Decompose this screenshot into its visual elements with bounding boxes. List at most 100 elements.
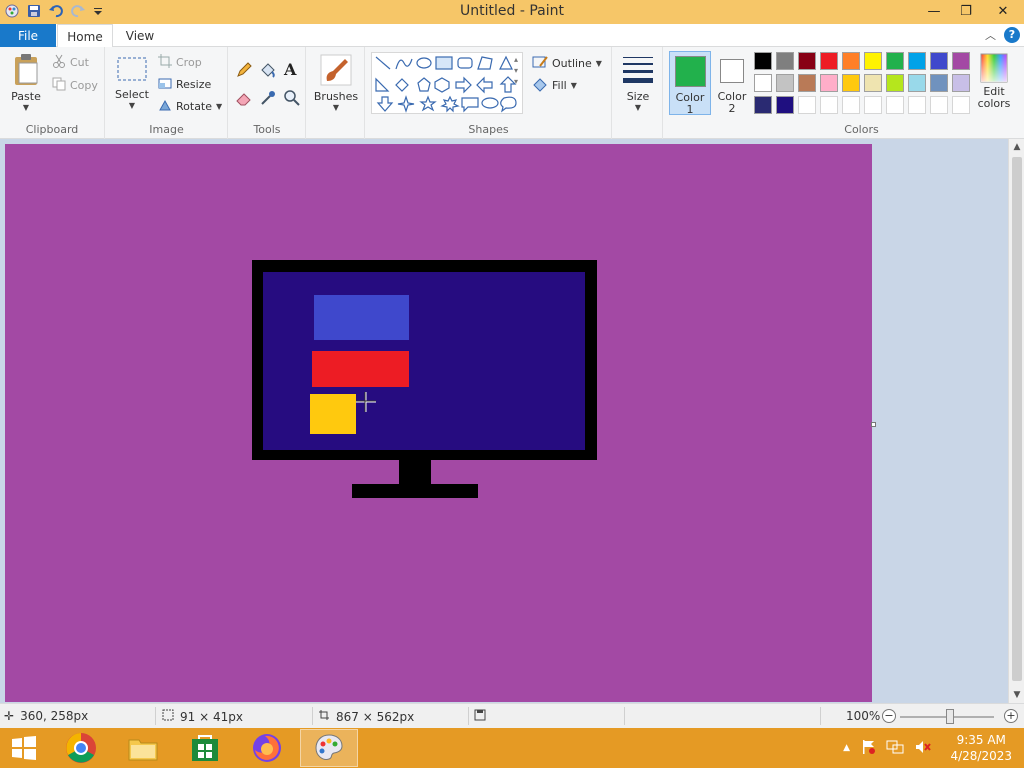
monitor-neck [399,460,431,486]
firefox-icon [253,734,281,762]
shapes-group: ▴ ▾ ▾ Outline ▼ Fill ▼ Shapes [366,47,612,139]
palette-swatch[interactable] [776,74,794,92]
drawing-canvas[interactable] [5,144,872,702]
taskbar-firefox[interactable] [238,729,296,767]
volume-muted-icon[interactable] [914,739,932,758]
palette-swatch[interactable] [842,52,860,70]
palette-swatch[interactable] [908,52,926,70]
resize-label: Resize [176,78,212,91]
color-picker-icon[interactable] [259,89,277,110]
brushes-button[interactable]: Brushes ▼ [313,53,359,112]
fill-button[interactable]: Fill ▼ [532,76,577,95]
palette-swatch[interactable] [776,96,794,114]
palette-swatch[interactable] [754,52,772,70]
color1-button[interactable]: Color 1 [669,51,711,116]
zoom-slider-thumb[interactable] [946,709,954,724]
palette-swatch[interactable] [798,74,816,92]
start-button[interactable] [0,729,48,767]
magnifier-icon[interactable] [283,89,301,110]
vertical-scrollbar[interactable]: ▲ ▼ [1008,139,1024,703]
disk-icon [474,709,486,724]
image-size-value: 867 × 562px [336,709,415,724]
clock[interactable]: 9:35 AM 4/28/2023 [950,732,1012,764]
size-dropdown-icon: ▼ [634,103,642,112]
palette-swatch[interactable] [820,74,838,92]
canvas-resize-handle[interactable] [871,422,876,427]
palette-swatch[interactable] [886,52,904,70]
tab-file[interactable]: File [0,24,56,47]
image-group-label: Image [149,123,184,136]
palette-swatch[interactable] [886,96,904,114]
palette-swatch[interactable] [952,52,970,70]
scroll-down-icon[interactable]: ▼ [1009,687,1024,703]
palette-swatch[interactable] [820,52,838,70]
action-center-flag-icon[interactable] [860,739,876,758]
tab-home[interactable]: Home [57,24,113,48]
rotate-dropdown-icon: ▼ [216,102,223,111]
palette-swatch[interactable] [798,52,816,70]
help-icon[interactable]: ? [1004,27,1020,43]
rotate-button[interactable]: Rotate ▼ [158,98,222,115]
restore-button[interactable]: ❐ [950,0,982,22]
palette-swatch[interactable] [798,96,816,114]
palette-swatch[interactable] [754,74,772,92]
palette-swatch[interactable] [864,52,882,70]
palette-swatch[interactable] [930,96,948,114]
palette-swatch[interactable] [842,96,860,114]
palette-swatch[interactable] [776,52,794,70]
zoom-out-button[interactable]: − [882,709,896,723]
taskbar-file-explorer[interactable] [114,729,172,767]
cut-button[interactable]: Cut [52,54,89,71]
shapes-scroll-icons[interactable]: ▴ ▾ ▾ [514,54,518,87]
tab-view[interactable]: View [116,24,164,48]
palette-swatch[interactable] [908,74,926,92]
text-tool-icon[interactable]: A [284,60,296,79]
cursor-position: ✛ 360, 258px [4,709,88,723]
copy-button[interactable]: Copy [52,77,98,94]
show-hidden-icons-icon[interactable]: ▲ [843,743,850,753]
brush-icon [320,54,352,86]
collapse-ribbon-icon[interactable]: ︿ [985,27,996,43]
clock-date: 4/28/2023 [950,749,1012,763]
scrollbar-thumb[interactable] [1012,157,1022,681]
palette-swatch[interactable] [952,96,970,114]
colors-group: Colors [752,47,971,139]
taskbar-paint[interactable] [300,729,358,767]
zoom-in-button[interactable]: + [1004,709,1018,723]
select-button[interactable]: Select ▼ [114,55,150,110]
taskbar-chrome[interactable] [52,729,110,767]
palette-swatch[interactable] [930,74,948,92]
red-rectangle [312,351,409,387]
palette-swatch[interactable] [908,96,926,114]
color2-button[interactable]: Color 2 [713,51,751,115]
windows-logo-icon [12,736,36,760]
size-button[interactable]: Size ▼ [619,53,657,112]
edit-colors-button[interactable]: Edit colors [974,53,1014,110]
brushes-group: Brushes ▼ [307,47,365,139]
taskbar-store[interactable] [176,729,234,767]
palette-swatch[interactable] [952,74,970,92]
palette-swatch[interactable] [930,52,948,70]
clipboard-group: Paste ▼ Cut Copy Clipboard [0,47,105,139]
palette-swatch[interactable] [864,74,882,92]
palette-swatch[interactable] [886,74,904,92]
palette-swatch[interactable] [754,96,772,114]
palette-swatch[interactable] [842,74,860,92]
close-button[interactable]: ✕ [982,0,1024,22]
palette-swatch[interactable] [820,96,838,114]
network-icon[interactable] [886,739,904,758]
fill-bucket-icon[interactable] [259,61,277,82]
crop-button[interactable]: Crop [158,54,202,71]
store-icon [192,735,218,761]
color1-number: 1 [686,103,694,116]
minimize-button[interactable]: — [918,0,950,22]
pencil-icon[interactable] [235,61,253,82]
shapes-gallery[interactable] [371,52,523,114]
resize-button[interactable]: Resize [158,76,211,93]
paste-button[interactable]: Paste ▼ [6,53,46,112]
eraser-icon[interactable] [235,89,253,110]
palette-swatch[interactable] [864,96,882,114]
outline-button[interactable]: Outline ▼ [532,54,602,73]
color-wheel-icon [980,53,1008,83]
scroll-up-icon[interactable]: ▲ [1009,139,1024,155]
